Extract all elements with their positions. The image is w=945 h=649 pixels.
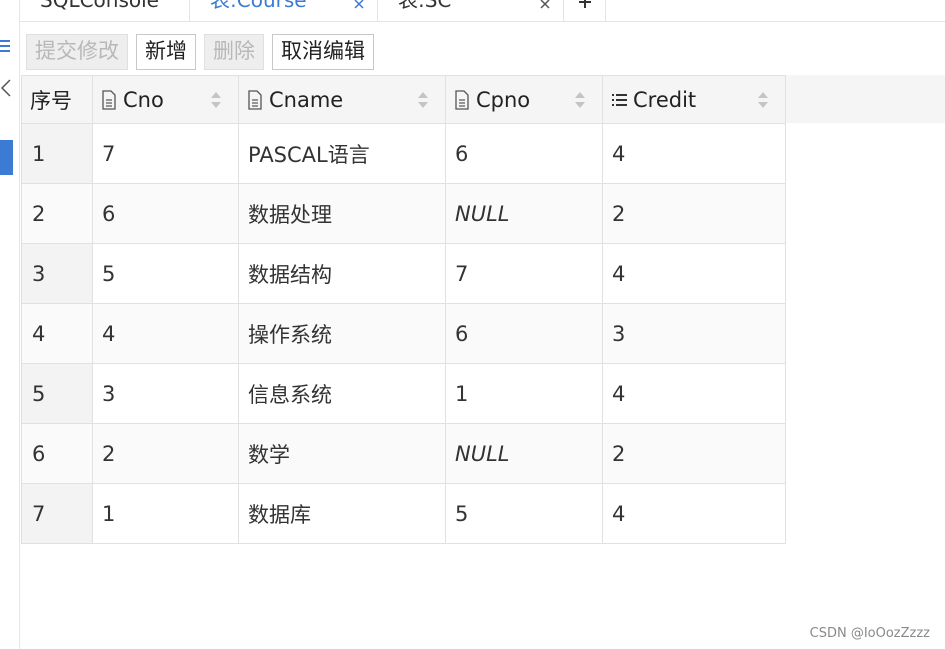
credit-cell[interactable]: 4: [602, 123, 786, 184]
cno-cell[interactable]: 2: [92, 423, 239, 484]
cpno-cell[interactable]: 6: [445, 303, 603, 364]
data-grid: 序号 Cno Cname Cpno Credit 1 7 PASCAL语言 6 …: [21, 75, 786, 544]
tab-label: SQLConsole: [40, 0, 159, 12]
table-row[interactable]: 1 7 PASCAL语言 6 4: [21, 123, 786, 184]
table-row[interactable]: 5 3 信息系统 1 4: [21, 363, 786, 424]
sort-icon[interactable]: [757, 89, 769, 111]
sort-icon[interactable]: [574, 89, 586, 111]
credit-cell[interactable]: 4: [602, 363, 786, 424]
table-row[interactable]: 6 2 数学 NULL 2: [21, 423, 786, 484]
text-column-icon: [455, 89, 469, 110]
column-header-label: Cno: [123, 87, 164, 112]
tab-label: 表:SC: [398, 0, 452, 12]
cpno-cell[interactable]: 5: [445, 483, 603, 544]
cname-cell[interactable]: 数据处理: [238, 183, 446, 244]
tab-label: 表:Course: [210, 0, 307, 12]
credit-cell[interactable]: 4: [602, 483, 786, 544]
grid-header-row: 序号 Cno Cname Cpno Credit: [21, 75, 786, 124]
cno-cell[interactable]: 4: [92, 303, 239, 364]
close-icon[interactable]: [353, 0, 365, 10]
cno-cell[interactable]: 6: [92, 183, 239, 244]
sidebar-active-indicator: [0, 140, 13, 175]
column-header-label: Cpno: [476, 87, 531, 112]
cno-cell[interactable]: 1: [92, 483, 239, 544]
tab-course[interactable]: 表:Course: [190, 0, 378, 22]
cpno-cell[interactable]: 7: [445, 243, 603, 304]
table-row[interactable]: 3 5 数据结构 7 4: [21, 243, 786, 304]
column-header-cname[interactable]: Cname: [238, 75, 446, 124]
text-column-icon: [102, 89, 116, 110]
table-row[interactable]: 4 4 操作系统 6 3: [21, 303, 786, 364]
submit-changes-button[interactable]: 提交修改: [26, 34, 128, 70]
cname-cell[interactable]: 数学: [238, 423, 446, 484]
column-header-cpno[interactable]: Cpno: [445, 75, 603, 124]
delete-row-button[interactable]: 删除: [204, 34, 264, 70]
cpno-cell[interactable]: NULL: [445, 423, 603, 484]
cancel-edit-button[interactable]: 取消编辑: [272, 34, 374, 70]
row-number-cell: 7: [21, 483, 93, 544]
menu-icon[interactable]: [0, 38, 12, 54]
credit-cell[interactable]: 4: [602, 243, 786, 304]
row-number-cell: 3: [21, 243, 93, 304]
table-row[interactable]: 2 6 数据处理 NULL 2: [21, 183, 786, 244]
cname-cell[interactable]: 数据库: [238, 483, 446, 544]
cname-cell[interactable]: PASCAL语言: [238, 123, 446, 184]
credit-cell[interactable]: 3: [602, 303, 786, 364]
add-tab-button[interactable]: [564, 0, 606, 22]
cpno-cell[interactable]: 6: [445, 123, 603, 184]
edit-toolbar: 提交修改 新增 删除 取消编辑: [26, 34, 374, 70]
row-number-cell: 1: [21, 123, 93, 184]
credit-cell[interactable]: 2: [602, 183, 786, 244]
tab-bar: SQLConsole 表:Course 表:SC: [20, 0, 945, 22]
row-number-cell: 4: [21, 303, 93, 364]
cpno-cell[interactable]: NULL: [445, 183, 603, 244]
cno-cell[interactable]: 5: [92, 243, 239, 304]
credit-cell[interactable]: 2: [602, 423, 786, 484]
cno-cell[interactable]: 7: [92, 123, 239, 184]
number-column-icon: [612, 93, 627, 106]
watermark: CSDN @IoOozZzzz: [809, 626, 930, 641]
row-number-cell: 5: [21, 363, 93, 424]
tab-sqlconsole[interactable]: SQLConsole: [20, 0, 190, 22]
grid-header-filler: [784, 75, 945, 123]
cname-cell[interactable]: 信息系统: [238, 363, 446, 424]
text-column-icon: [248, 89, 262, 110]
cno-cell[interactable]: 3: [92, 363, 239, 424]
column-header-cno[interactable]: Cno: [92, 75, 239, 124]
close-icon[interactable]: [539, 0, 551, 10]
column-header-label: Credit: [633, 87, 697, 112]
left-sidebar: [0, 0, 20, 649]
sort-icon[interactable]: [210, 89, 222, 111]
tab-sc[interactable]: 表:SC: [378, 0, 564, 22]
column-header-label: Cname: [269, 87, 344, 112]
chevron-left-icon[interactable]: [0, 78, 12, 98]
row-number-cell: 2: [21, 183, 93, 244]
sort-icon[interactable]: [417, 89, 429, 111]
column-header-credit[interactable]: Credit: [602, 75, 786, 124]
plus-icon: [579, 0, 591, 8]
column-header-label: 序号: [30, 88, 72, 113]
cpno-cell[interactable]: 1: [445, 363, 603, 424]
cname-cell[interactable]: 操作系统: [238, 303, 446, 364]
cname-cell[interactable]: 数据结构: [238, 243, 446, 304]
row-number-cell: 6: [21, 423, 93, 484]
add-row-button[interactable]: 新增: [136, 34, 196, 70]
table-row[interactable]: 7 1 数据库 5 4: [21, 483, 786, 544]
column-header-rownum: 序号: [21, 75, 93, 124]
